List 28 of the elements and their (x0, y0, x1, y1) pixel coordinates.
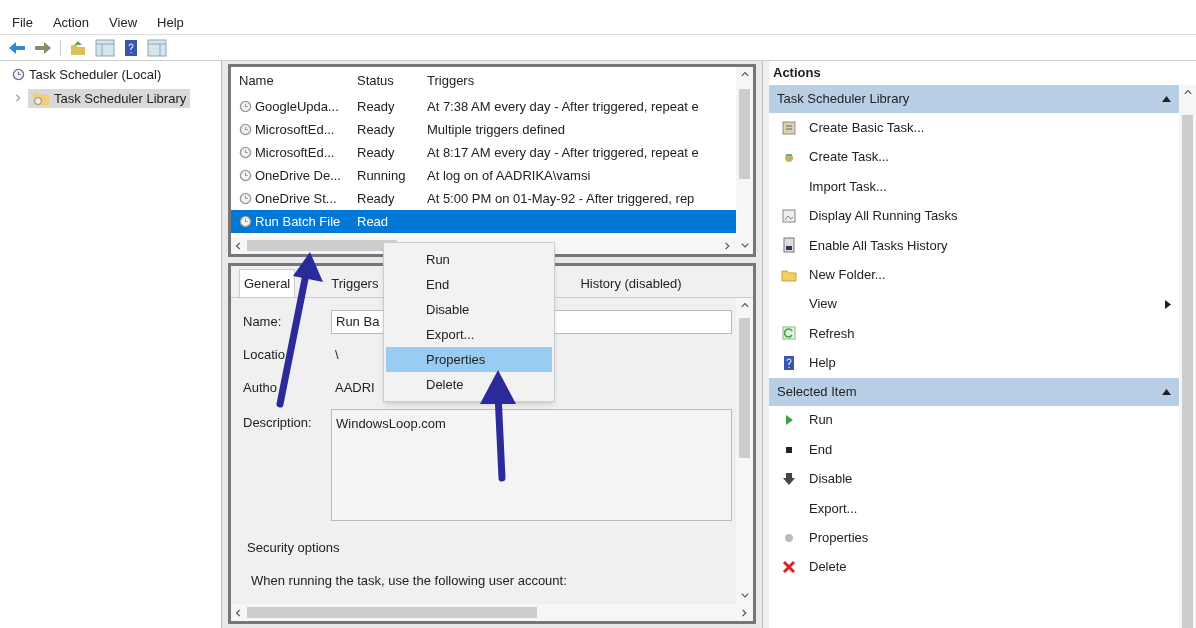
table-cell-text: At 5:00 PM on 01-May-92 - After triggered, rep (426, 189, 695, 208)
table-cell-text: Run Batch File (255, 212, 341, 231)
field-label: Name: (243, 313, 283, 332)
table-cell-text: Read (356, 212, 390, 231)
security-text: When running the task, use the following user account: (250, 571, 568, 590)
table-cell-text: OneDrive De... (255, 166, 341, 185)
field-value: AADRI (334, 379, 376, 398)
table-cell-text: MicrosoftEd... (255, 143, 335, 162)
table-cell-text: OneDrive St... (255, 189, 337, 208)
table-cell-text: At log on of AADRIKA\vamsi (426, 166, 591, 185)
section-title: Task Scheduler Library (777, 90, 910, 109)
field-label: Description: (243, 414, 313, 432)
table-cell-text: Ready (356, 189, 396, 208)
field-value: \ (334, 346, 340, 365)
table-cell-text: GoogleUpda... (255, 97, 339, 116)
table-cell-text: MicrosoftEd... (255, 120, 335, 139)
table-cell-text: Multiple triggers defined (426, 120, 566, 139)
pane-title: Actions (769, 61, 1196, 85)
table-cell-text: At 7:38 AM every day - After triggered, repeat e (426, 97, 699, 116)
group-title: Security options (246, 539, 341, 557)
table-cell-text: Ready (356, 120, 396, 139)
table-cell-text: Ready (356, 97, 396, 116)
table-cell-text: Ready (356, 143, 396, 162)
section-title: Selected Item (777, 382, 857, 401)
table-cell-text: Running (356, 166, 407, 185)
field-label: Locatio (243, 346, 286, 365)
table-cell-text: At 8:17 AM every day - After triggered, repeat e (426, 143, 699, 162)
field-label: Autho (243, 379, 278, 398)
